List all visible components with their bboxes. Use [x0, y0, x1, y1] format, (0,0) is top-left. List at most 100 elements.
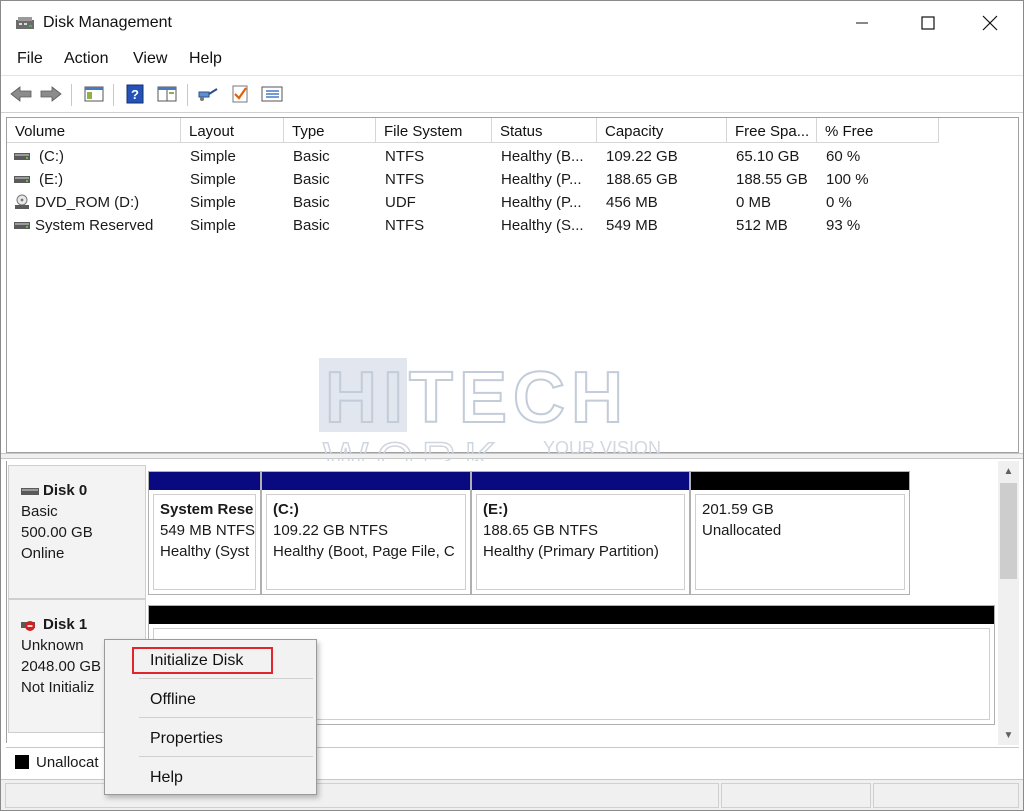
- menu-item-initialize-disk[interactable]: Initialize Disk: [106, 644, 315, 676]
- volume-name: DVD_ROM (D:): [35, 194, 140, 211]
- menu-view[interactable]: View: [133, 50, 167, 68]
- minimize-icon: [856, 22, 868, 24]
- volume-row[interactable]: DVD_ROM (D:) Simple Basic UDF Healthy (P…: [7, 191, 1017, 214]
- hard-drive-icon: [21, 487, 39, 495]
- column-header-free-space[interactable]: Free Spa...: [727, 118, 817, 143]
- disk-context-menu: Initialize Disk Offline Properties Help: [104, 639, 317, 795]
- volume-status: Healthy (P...: [501, 194, 582, 211]
- list-view-button[interactable]: [259, 82, 285, 106]
- dvd-drive-icon: [15, 194, 29, 209]
- unallocated-swatch: [15, 755, 29, 769]
- column-header-file-system[interactable]: File System: [376, 118, 492, 143]
- volume-layout: Simple: [190, 171, 236, 188]
- volume-row[interactable]: (E:) Simple Basic NTFS Healthy (P... 188…: [7, 168, 1017, 191]
- show-hide-console-tree-button[interactable]: [81, 82, 107, 106]
- legend-unallocated-label: Unallocat: [36, 754, 99, 771]
- forward-arrow-icon: [40, 86, 62, 102]
- partition-status: Healthy (Boot, Page File, C: [273, 543, 455, 560]
- hard-drive-icon: [14, 153, 30, 160]
- maximize-button[interactable]: [905, 5, 951, 41]
- disk-area-scrollbar[interactable]: ▲ ▼: [998, 461, 1019, 745]
- volume-free-space: 512 MB: [736, 217, 788, 234]
- volume-row[interactable]: System Reserved Simple Basic NTFS Health…: [7, 214, 1017, 237]
- column-header-type[interactable]: Type: [284, 118, 376, 143]
- volume-type: Basic: [293, 148, 330, 165]
- volume-free-space: 65.10 GB: [736, 148, 800, 165]
- check-button[interactable]: [227, 82, 253, 106]
- pane-splitter[interactable]: [1, 453, 1023, 459]
- minimize-button[interactable]: [839, 5, 885, 41]
- hard-drive-icon: [14, 176, 30, 183]
- partition-status: Healthy (Primary Partition): [483, 543, 659, 560]
- column-header-capacity[interactable]: Capacity: [597, 118, 727, 143]
- partition-size: 201.59 GB: [702, 501, 774, 518]
- partition-status: Unallocated: [702, 522, 782, 539]
- disk-0-label[interactable]: Disk 0 Basic 500.00 GB Online: [8, 465, 146, 599]
- partition-unallocated[interactable]: 201.59 GB Unallocated: [690, 471, 910, 595]
- title-bar[interactable]: Disk Management: [1, 1, 1023, 45]
- column-header-layout[interactable]: Layout: [181, 118, 284, 143]
- properties-view-button[interactable]: [154, 82, 180, 106]
- column-header-volume[interactable]: Volume: [7, 118, 181, 143]
- volume-name: (C:): [39, 148, 64, 165]
- volume-percent-free: 100 %: [826, 171, 869, 188]
- menu-action[interactable]: Action: [64, 50, 108, 68]
- menu-bar: File Action View Help: [1, 45, 1023, 73]
- close-button[interactable]: [967, 5, 1013, 41]
- toolbar-separator: [71, 84, 72, 106]
- connect-cable-icon: [198, 88, 218, 101]
- volume-row[interactable]: (C:) Simple Basic NTFS Healthy (B... 109…: [7, 145, 1017, 168]
- menu-item-offline[interactable]: Offline: [106, 683, 315, 715]
- partition-bar: [262, 472, 470, 490]
- partition-bar: [149, 606, 994, 624]
- column-header-percent-free[interactable]: % Free: [817, 118, 939, 143]
- menu-separator: [139, 717, 313, 718]
- volume-capacity: 109.22 GB: [606, 148, 678, 165]
- connect-button[interactable]: [195, 82, 221, 106]
- svg-text:?: ?: [131, 87, 139, 102]
- volume-list: Volume Layout Type File System Status Ca…: [6, 117, 1019, 453]
- partition-name: (E:): [483, 501, 508, 518]
- partition-size: 109.22 GB NTFS: [273, 522, 389, 539]
- volume-percent-free: 93 %: [826, 217, 861, 234]
- volume-type: Basic: [293, 217, 330, 234]
- menu-help[interactable]: Help: [189, 50, 222, 68]
- disk-state: Online: [21, 545, 65, 562]
- menu-item-properties[interactable]: Properties: [106, 722, 315, 754]
- volume-percent-free: 0 %: [826, 194, 852, 211]
- partition-size: 549 MB NTFS: [160, 522, 256, 539]
- back-button[interactable]: [8, 82, 34, 106]
- volume-layout: Simple: [190, 194, 236, 211]
- partition-c[interactable]: (C:) 109.22 GB NTFS Healthy (Boot, Page …: [261, 471, 471, 595]
- scroll-down-button[interactable]: ▼: [998, 725, 1019, 745]
- volume-capacity: 188.65 GB: [606, 171, 678, 188]
- checklist-icon: [232, 85, 248, 103]
- disk-name: Disk 1: [43, 616, 88, 633]
- status-pane: [873, 783, 1019, 808]
- partition-e[interactable]: (E:) 188.65 GB NTFS Healthy (Primary Par…: [471, 471, 690, 595]
- hard-drive-icon: [14, 222, 30, 229]
- help-book-icon: ?: [126, 84, 144, 104]
- scroll-thumb[interactable]: [1000, 483, 1017, 579]
- volume-layout: Simple: [190, 217, 236, 234]
- column-header-status[interactable]: Status: [492, 118, 597, 143]
- volume-status: Healthy (B...: [501, 148, 584, 165]
- volume-status: Healthy (P...: [501, 171, 582, 188]
- volume-free-space: 188.55 GB: [736, 171, 808, 188]
- console-tree-icon: [84, 86, 104, 102]
- maximize-icon: [921, 16, 935, 30]
- menu-item-help[interactable]: Help: [106, 761, 315, 793]
- toolbar-separator: [113, 84, 114, 106]
- menu-file[interactable]: File: [17, 50, 43, 68]
- scroll-up-button[interactable]: ▲: [998, 461, 1019, 481]
- partition-name: System Rese: [160, 501, 254, 518]
- volume-percent-free: 60 %: [826, 148, 861, 165]
- help-button[interactable]: ?: [122, 82, 148, 106]
- partition-system-reserved[interactable]: System Rese 549 MB NTFS Healthy (Syst: [148, 471, 261, 595]
- volume-capacity: 549 MB: [606, 217, 658, 234]
- disk-management-icon: [16, 17, 34, 29]
- partition-bar: [149, 472, 260, 490]
- volume-type: Basic: [293, 171, 330, 188]
- forward-button[interactable]: [38, 82, 64, 106]
- list-view-icon: [261, 86, 283, 102]
